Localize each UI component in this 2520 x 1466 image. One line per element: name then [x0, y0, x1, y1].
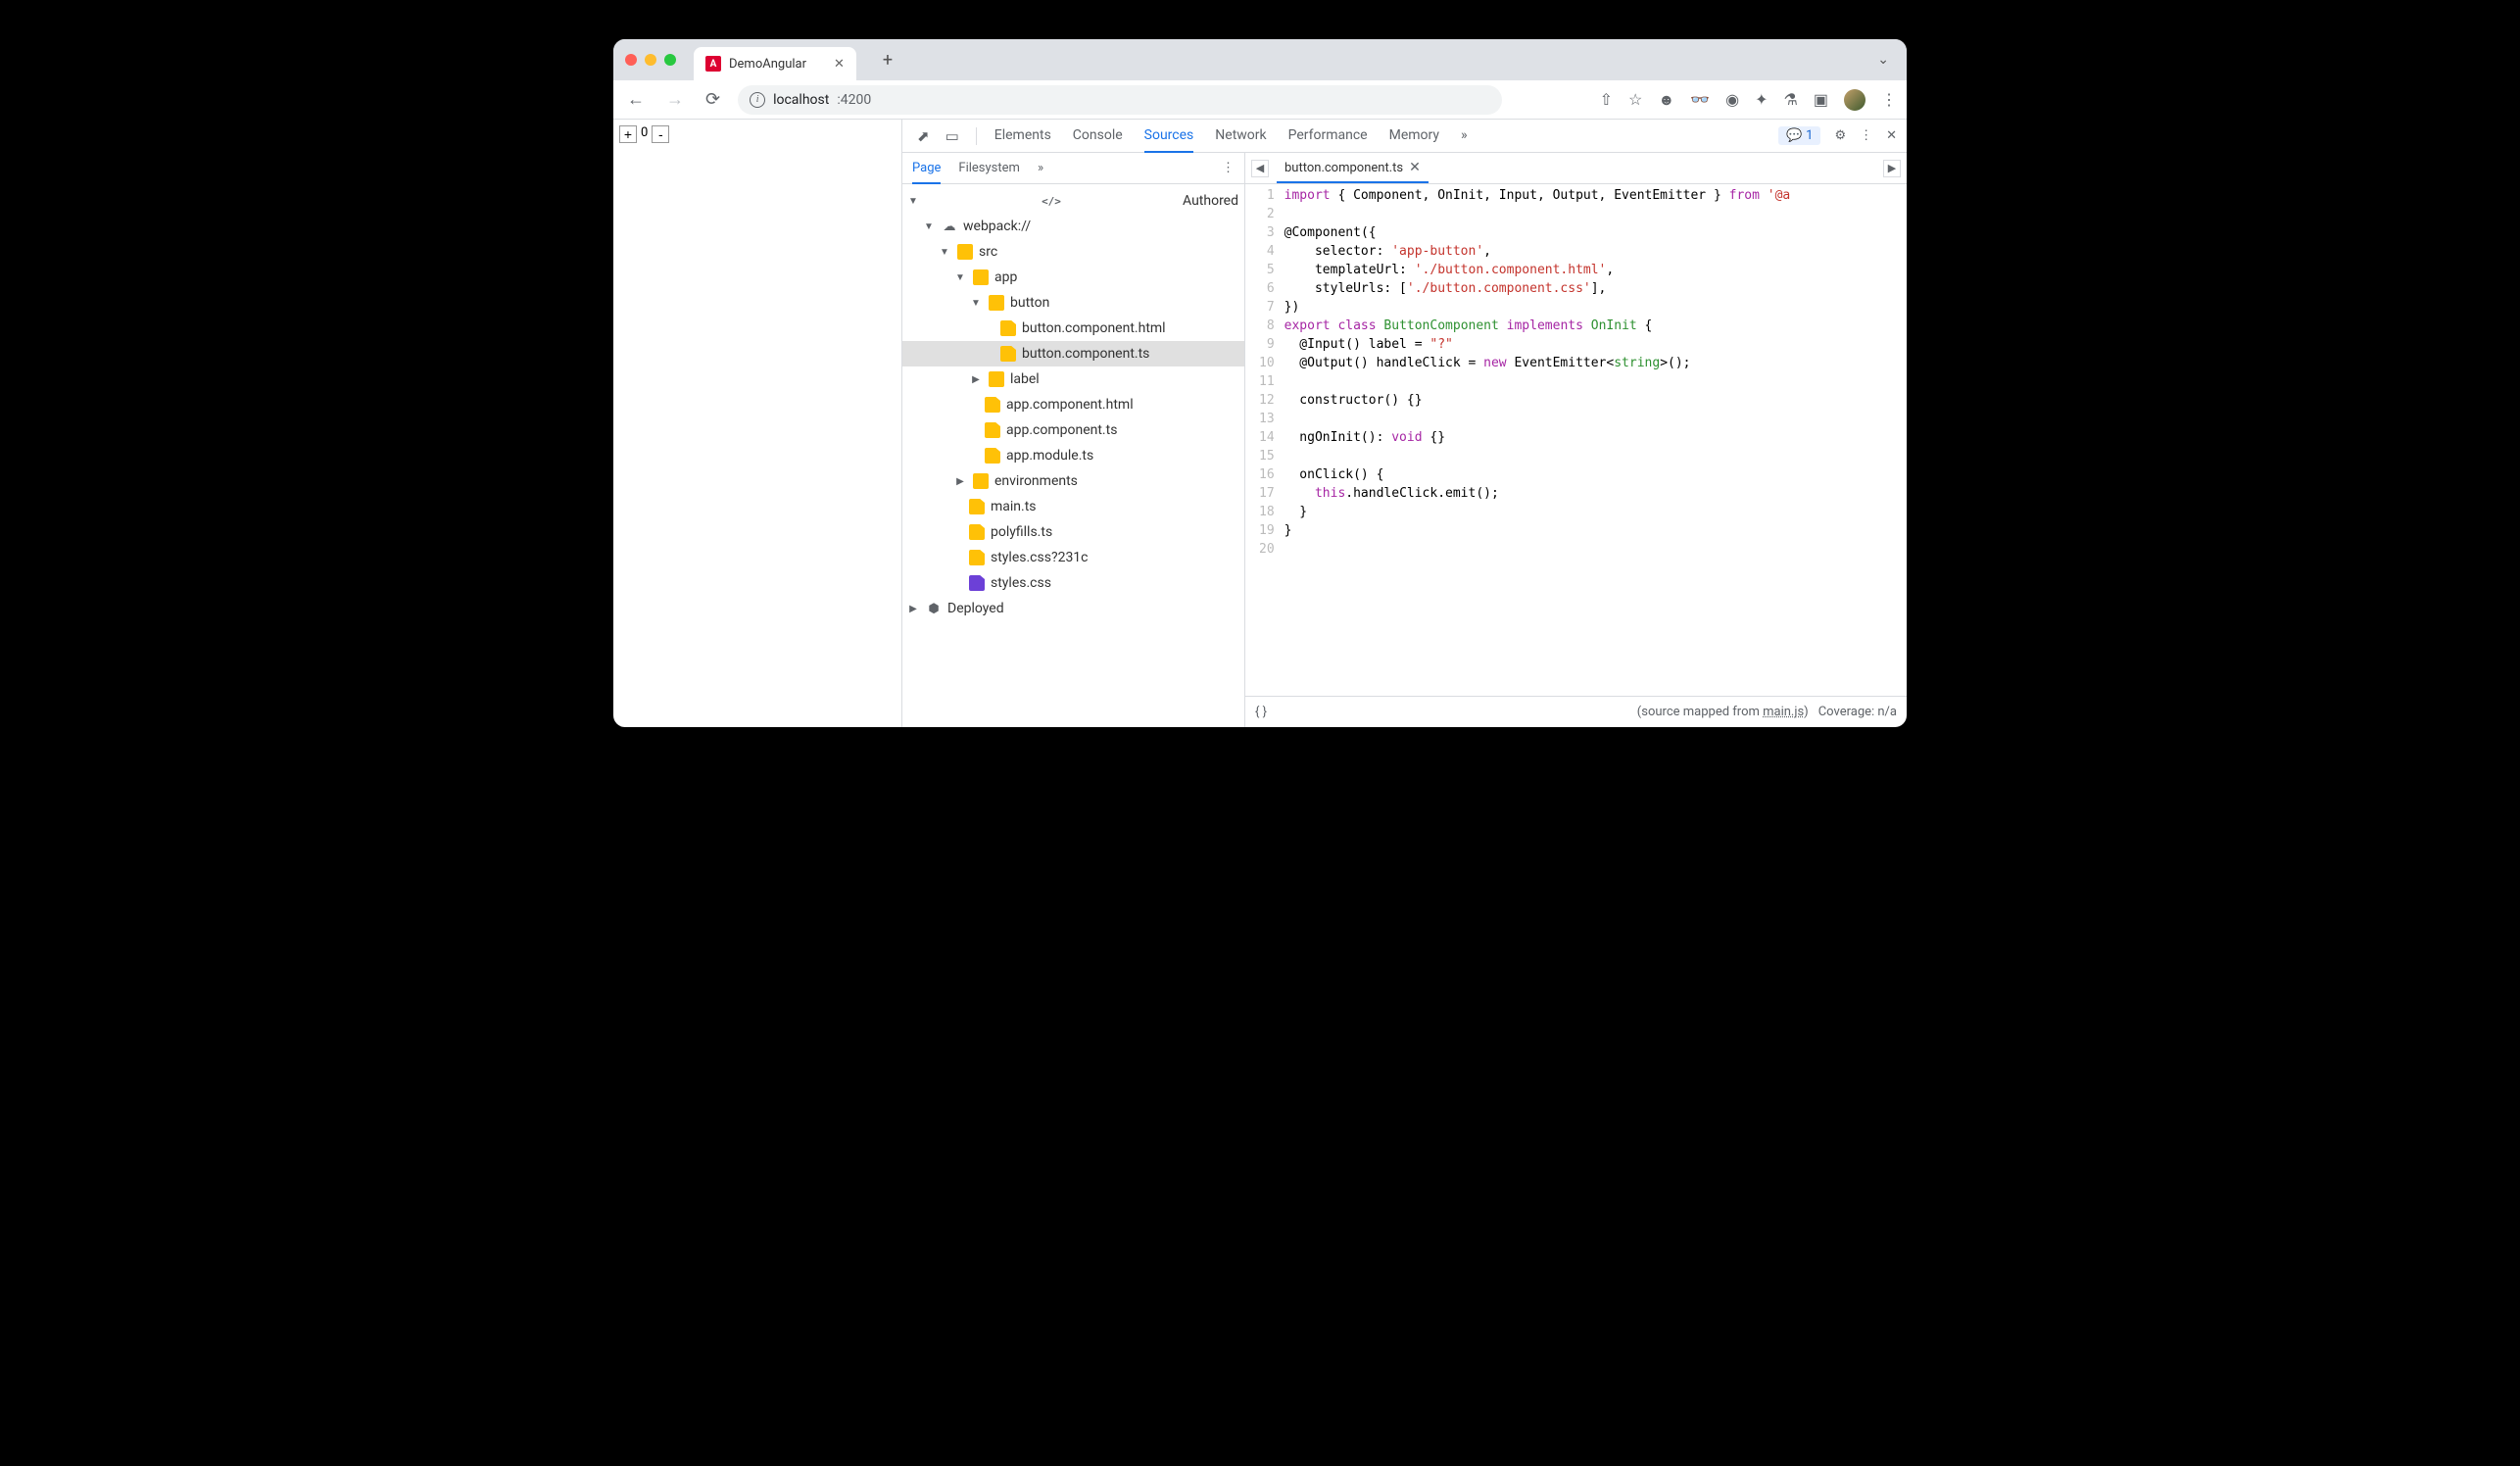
main-content: + 0 - ⬈ ▭ Elements Console Sources Netwo… [613, 120, 1907, 727]
url-host: localhost [773, 92, 829, 108]
tree-label-folder[interactable]: ▶label [902, 366, 1244, 392]
tab-network[interactable]: Network [1215, 120, 1266, 152]
navigator-tabs: Page Filesystem » ⋮ [902, 153, 1244, 184]
labs-icon[interactable]: ⚗ [1784, 90, 1798, 109]
close-editor-tab-icon[interactable]: ✕ [1409, 160, 1421, 175]
toggle-nav-icon[interactable]: ◀ [1251, 160, 1269, 177]
extension-icon-3[interactable]: ◉ [1725, 90, 1739, 109]
toolbar-actions: ⇧ ☆ ☻ 👓 ◉ ✦ ⚗ ▣ ⋮ [1600, 89, 1897, 111]
minimize-window-button[interactable] [645, 54, 656, 66]
increment-button[interactable]: + [619, 125, 637, 143]
kebab-menu-icon[interactable]: ⋮ [1881, 90, 1897, 109]
close-devtools-icon[interactable]: ✕ [1886, 128, 1897, 143]
devtools-kebab-icon[interactable]: ⋮ [1860, 128, 1872, 143]
bookmark-icon[interactable]: ☆ [1628, 90, 1642, 109]
devtools-panel: ⬈ ▭ Elements Console Sources Network Per… [902, 120, 1907, 727]
sidepanel-icon[interactable]: ▣ [1814, 90, 1828, 109]
angular-icon: A [705, 56, 721, 72]
tab-memory[interactable]: Memory [1389, 120, 1439, 152]
tree-app[interactable]: ▼app [902, 265, 1244, 290]
tab-elements[interactable]: Elements [994, 120, 1051, 152]
decrement-button[interactable]: - [652, 125, 669, 143]
browser-window: A DemoAngular ✕ + ⌄ ← → ⟳ i localhost :42… [613, 39, 1907, 727]
close-window-button[interactable] [625, 54, 637, 66]
back-button[interactable]: ← [623, 87, 649, 112]
profile-avatar[interactable] [1844, 89, 1866, 111]
titlebar: A DemoAngular ✕ + ⌄ [613, 39, 1907, 80]
nav-tab-filesystem[interactable]: Filesystem [958, 154, 1020, 182]
toggle-debug-icon[interactable]: ▶ [1883, 160, 1901, 177]
browser-toolbar: ← → ⟳ i localhost :4200 ⇧ ☆ ☻ 👓 ◉ ✦ ⚗ ▣ ⋮ [613, 80, 1907, 120]
source-editor: ◀ button.component.ts ✕ ▶ 1 2 3 4 5 6 7 … [1245, 153, 1907, 727]
tab-console[interactable]: Console [1073, 120, 1123, 152]
editor-tab-active[interactable]: button.component.ts ✕ [1277, 154, 1429, 183]
coverage-info: Coverage: n/a [1818, 705, 1897, 719]
line-gutter: 1 2 3 4 5 6 7 8 9 10 11 12 13 14 15 16 1… [1245, 184, 1283, 696]
tree-button-ts[interactable]: button.component.ts [902, 341, 1244, 366]
tree-button-folder[interactable]: ▼button [902, 290, 1244, 316]
sources-navigator: Page Filesystem » ⋮ ▼</>Authored ▼☁webpa… [902, 153, 1245, 727]
nav-tab-page[interactable]: Page [912, 154, 941, 184]
pretty-print-icon[interactable]: { } [1255, 705, 1267, 719]
tree-authored[interactable]: ▼</>Authored [902, 188, 1244, 214]
close-tab-button[interactable]: ✕ [834, 57, 845, 72]
tree-polyfills[interactable]: polyfills.ts [902, 519, 1244, 545]
reload-button[interactable]: ⟳ [702, 87, 724, 112]
editor-tabs: ◀ button.component.ts ✕ ▶ [1245, 153, 1907, 184]
share-icon[interactable]: ⇧ [1600, 90, 1613, 109]
tab-sources[interactable]: Sources [1144, 120, 1194, 153]
site-info-icon[interactable]: i [750, 92, 765, 108]
tree-app-ts[interactable]: app.component.ts [902, 417, 1244, 443]
tab-title: DemoAngular [729, 57, 806, 72]
page-viewport: + 0 - [613, 120, 902, 727]
tree-environments[interactable]: ▶environments [902, 468, 1244, 494]
inspect-icon[interactable]: ⬈ [912, 127, 935, 145]
traffic-lights [625, 54, 676, 66]
code-content: import { Component, OnInit, Input, Outpu… [1283, 184, 1797, 696]
settings-icon[interactable]: ⚙ [1834, 128, 1846, 143]
counter-value: 0 [641, 125, 648, 140]
tabs-menu-button[interactable]: ⌄ [1871, 52, 1895, 68]
tree-styles[interactable]: styles.css [902, 570, 1244, 596]
device-toolbar-icon[interactable]: ▭ [941, 127, 964, 145]
tree-app-module[interactable]: app.module.ts [902, 443, 1244, 468]
tree-main-ts[interactable]: main.ts [902, 494, 1244, 519]
source-map-link[interactable]: main.js [1763, 705, 1804, 719]
tree-webpack[interactable]: ▼☁webpack:// [902, 214, 1244, 239]
more-tabs-icon[interactable]: » [1461, 120, 1468, 152]
extension-icon-2[interactable]: 👓 [1690, 90, 1710, 109]
extension-icon-1[interactable]: ☻ [1658, 90, 1674, 110]
new-tab-button[interactable]: + [874, 46, 901, 73]
source-map-info: (source mapped from main.js) [1637, 705, 1809, 719]
tree-button-html[interactable]: button.component.html [902, 316, 1244, 341]
browser-tab[interactable]: A DemoAngular ✕ [694, 47, 856, 80]
code-area[interactable]: 1 2 3 4 5 6 7 8 9 10 11 12 13 14 15 16 1… [1245, 184, 1907, 696]
tree-src[interactable]: ▼src [902, 239, 1244, 265]
address-bar[interactable]: i localhost :4200 [738, 85, 1502, 115]
tree-deployed[interactable]: ▶⬢Deployed [902, 596, 1244, 621]
tab-performance[interactable]: Performance [1288, 120, 1368, 152]
url-port: :4200 [837, 92, 871, 108]
file-tree: ▼</>Authored ▼☁webpack:// ▼src ▼app ▼but… [902, 184, 1244, 727]
nav-more-icon[interactable]: » [1038, 154, 1043, 182]
tree-app-html[interactable]: app.component.html [902, 392, 1244, 417]
nav-kebab-icon[interactable]: ⋮ [1222, 161, 1235, 175]
issues-badge[interactable]: 💬 1 [1778, 126, 1821, 145]
editor-footer: { } (source mapped from main.js) Coverag… [1245, 696, 1907, 727]
tree-styles-q[interactable]: styles.css?231c [902, 545, 1244, 570]
devtools-tabbar: ⬈ ▭ Elements Console Sources Network Per… [902, 120, 1907, 153]
extensions-icon[interactable]: ✦ [1755, 90, 1768, 109]
maximize-window-button[interactable] [664, 54, 676, 66]
forward-button[interactable]: → [662, 87, 688, 112]
